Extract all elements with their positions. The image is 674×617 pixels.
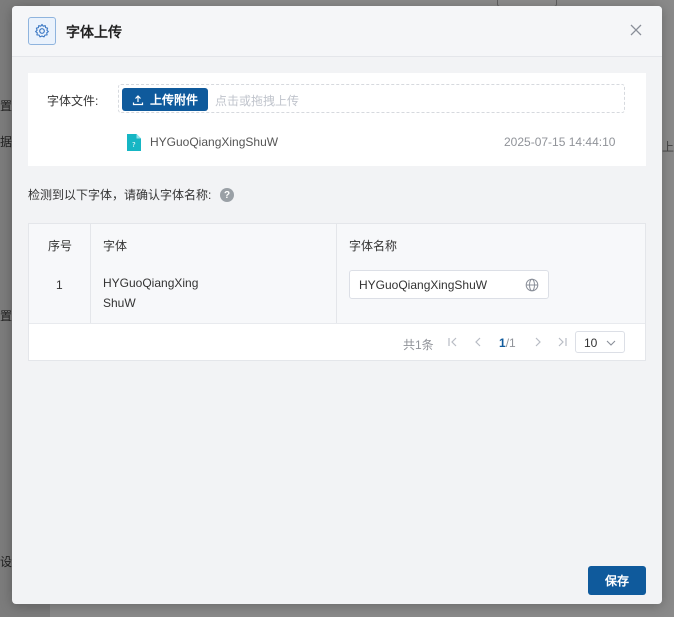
page-size-select[interactable]: 10 (575, 331, 625, 353)
font-name-input[interactable]: HYGuoQiangXingShuW (349, 270, 549, 299)
upload-icon (132, 94, 144, 105)
table-row: 1 HYGuoQiangXing ShuW HYGuoQiangXingShuW (29, 264, 645, 324)
pager-total: 共1条 (403, 338, 434, 352)
row-font-line2: ShuW (103, 296, 136, 310)
upload-panel: 字体文件: 上传附件 点击或拖拽上传 ? HYGuoQiangXingShuW … (28, 73, 646, 166)
header-font-name: 字体名称 (349, 239, 398, 253)
total-pages: /1 (505, 336, 516, 350)
file-icon: ? (127, 134, 141, 151)
prev-page-icon[interactable] (471, 335, 485, 349)
current-page: 1 (499, 336, 506, 350)
chevron-down-icon (606, 337, 616, 347)
next-page-icon[interactable] (531, 335, 545, 349)
save-button[interactable]: 保存 (588, 566, 646, 595)
page-size-value: 10 (584, 336, 598, 350)
background-text: 据 (0, 135, 13, 149)
uploaded-file-name[interactable]: HYGuoQiangXingShuW (150, 135, 278, 149)
drop-hint: 点击或拖拽上传 (215, 94, 300, 108)
header-font: 字体 (103, 239, 128, 253)
background-text: 置 (0, 309, 13, 323)
font-table: 序号 字体 字体名称 1 HYGuoQiangXing ShuW HYGuoQi… (28, 223, 646, 361)
background-text: 设 (0, 555, 13, 569)
pagination: 共1条 1/1 10 (29, 324, 645, 361)
help-icon[interactable]: ? (220, 188, 234, 202)
header-index: 序号 (48, 239, 73, 253)
font-upload-dialog: 字体上传 字体文件: 上传附件 点击或拖拽上传 ? HYGuoQiangXing… (12, 6, 662, 604)
dialog-title: 字体上传 (66, 24, 122, 40)
dialog-header: 字体上传 (12, 6, 662, 57)
last-page-icon[interactable] (555, 335, 569, 349)
upload-button-label: 上传附件 (149, 93, 198, 107)
font-file-label: 字体文件: (47, 94, 99, 108)
table-header: 序号 字体 字体名称 (29, 224, 645, 265)
detect-message: 检测到以下字体，请确认字体名称: (28, 188, 212, 202)
close-icon[interactable] (629, 23, 643, 37)
first-page-icon[interactable] (446, 335, 460, 349)
background-text: 置 (0, 99, 13, 113)
row-font-line1: HYGuoQiangXing (103, 276, 199, 290)
row-index: 1 (56, 278, 63, 292)
uploaded-file-time: 2025-07-15 14:44:10 (504, 135, 616, 149)
svg-text:?: ? (132, 141, 136, 149)
background-text: 上 (662, 140, 674, 154)
upload-attachment-button[interactable]: 上传附件 (122, 88, 208, 111)
pager-current: 1/1 (499, 336, 516, 350)
globe-icon[interactable] (525, 278, 539, 292)
font-name-value: HYGuoQiangXingShuW (359, 278, 488, 292)
gear-icon (28, 17, 56, 45)
